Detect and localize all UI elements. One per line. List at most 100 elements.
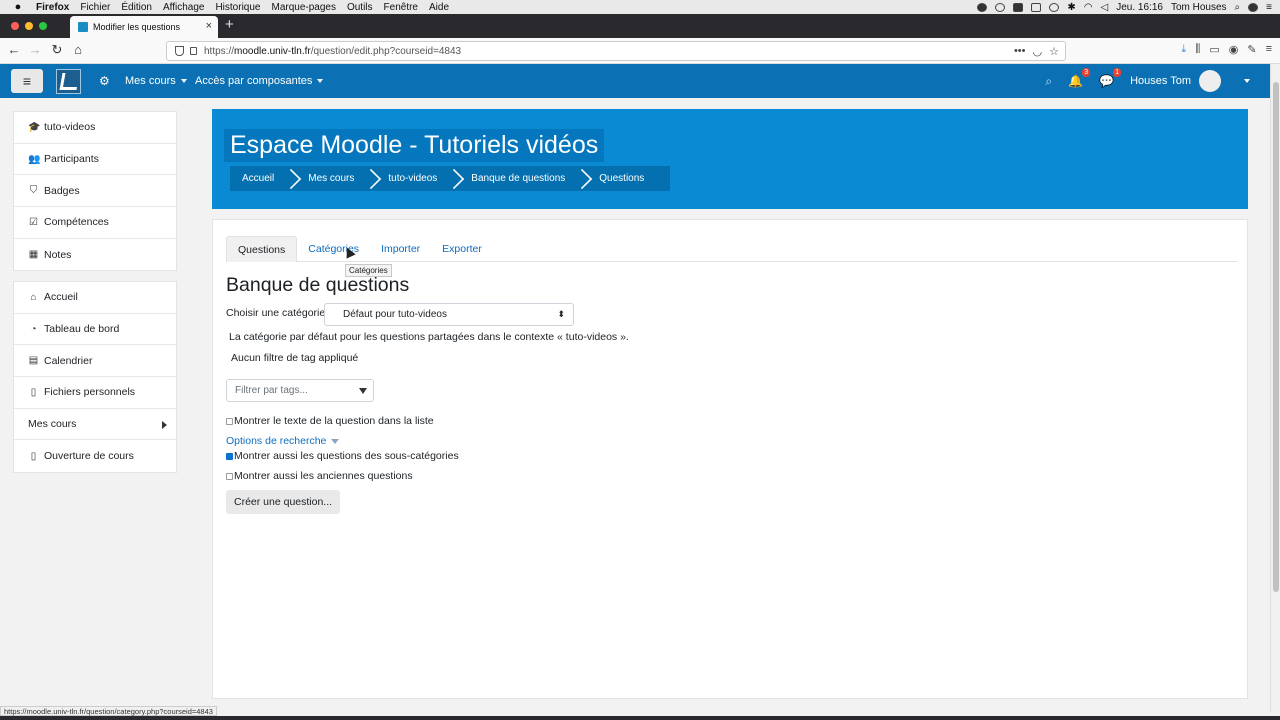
bookmark-star-icon[interactable]: ☆ bbox=[1049, 45, 1059, 58]
time-machine-icon[interactable] bbox=[1049, 2, 1060, 12]
downloads-icon[interactable]: ⤓ bbox=[1181, 43, 1186, 56]
apple-icon[interactable]: ● bbox=[12, 1, 24, 13]
search-icon[interactable]: ⌕ bbox=[1045, 74, 1052, 89]
page-scrollbar[interactable] bbox=[1270, 64, 1280, 712]
url-text[interactable]: https://moodle.univ-tln.fr/question/edit… bbox=[204, 46, 461, 57]
bluetooth-icon[interactable]: ✱ bbox=[1067, 2, 1075, 13]
menu-window[interactable]: Fenêtre bbox=[384, 2, 418, 13]
spotlight-icon[interactable]: ⌕ bbox=[1235, 2, 1241, 13]
file-icon: ▯ bbox=[30, 450, 37, 462]
status-icon[interactable] bbox=[995, 2, 1006, 12]
clock[interactable]: Jeu. 16:16 bbox=[1116, 2, 1163, 13]
category-description: La catégorie par défaut pour les questio… bbox=[229, 331, 629, 343]
hamburger-menu-icon[interactable]: ≡ bbox=[1266, 43, 1272, 56]
url-bar[interactable]: https://moodle.univ-tln.fr/question/edit… bbox=[166, 41, 1066, 61]
menu-edit[interactable]: Édition bbox=[121, 2, 152, 13]
menu-tools[interactable]: Outils bbox=[347, 2, 373, 13]
show-question-text-checkbox[interactable] bbox=[226, 417, 233, 425]
page-actions-icon[interactable]: ••• bbox=[1014, 45, 1026, 58]
user-menu-caret-icon[interactable] bbox=[1244, 79, 1250, 83]
extension-icon[interactable]: ◉ bbox=[1229, 43, 1239, 56]
avatar[interactable] bbox=[1199, 70, 1221, 92]
caret-down-icon bbox=[317, 79, 324, 83]
menu-history[interactable]: Historique bbox=[215, 2, 260, 13]
notifications-bell-icon[interactable]: 🔔 3 bbox=[1068, 68, 1091, 88]
menu-app[interactable]: Firefox bbox=[36, 2, 69, 13]
sidebar-item-calendrier[interactable]: ▤ Calendrier bbox=[14, 345, 176, 378]
tab-exporter[interactable]: Exporter bbox=[431, 236, 493, 262]
chevron-down-icon bbox=[331, 438, 340, 444]
sidebar-item-competences[interactable]: ☑ Compétences bbox=[14, 207, 176, 239]
nav-mes-cours[interactable]: Mes cours bbox=[125, 64, 187, 98]
browser-tab[interactable]: Modifier les questions × bbox=[70, 16, 218, 38]
tag-filter-input[interactable]: Filtrer par tags... bbox=[226, 379, 374, 402]
volume-icon[interactable]: ◁ bbox=[1101, 2, 1109, 13]
notification-center-icon[interactable]: ≡ bbox=[1266, 2, 1272, 13]
maximize-window-button[interactable] bbox=[39, 22, 47, 30]
menu-bookmarks[interactable]: Marque-pages bbox=[271, 2, 335, 13]
messages-count: 1 bbox=[1113, 68, 1122, 77]
shield-icon: ⛉ bbox=[29, 185, 38, 197]
pocket-icon[interactable]: ◡ bbox=[1033, 45, 1043, 58]
siri-icon[interactable] bbox=[1248, 2, 1259, 12]
sidebar-item-accueil[interactable]: ⌂ Accueil bbox=[14, 282, 176, 314]
os-user[interactable]: Tom Houses bbox=[1171, 2, 1227, 13]
menu-help[interactable]: Aide bbox=[429, 2, 449, 13]
user-name[interactable]: Houses Tom bbox=[1130, 75, 1191, 87]
breadcrumb-banque-questions[interactable]: Banque de questions bbox=[459, 173, 577, 184]
sidebar-item-notes[interactable]: ▦ Notes bbox=[14, 239, 176, 271]
minimize-window-button[interactable] bbox=[25, 22, 33, 30]
sidebar-item-mes-cours[interactable]: Mes cours bbox=[14, 409, 176, 441]
sidebar-item-badges[interactable]: ⛉ Badges bbox=[14, 175, 176, 208]
sidebar-item-fichiers-personnels[interactable]: ▯ Fichiers personnels bbox=[14, 377, 176, 409]
moodle-header: ≡ ⚙ Mes cours Accès par composantes ⌕ 🔔 3… bbox=[0, 64, 1270, 98]
sidebar-item-ouverture-de-cours[interactable]: ▯ Ouverture de cours bbox=[14, 440, 176, 472]
tab-questions[interactable]: Questions bbox=[226, 236, 298, 262]
sidebar-site-nav: ⌂ Accueil ◔ Tableau de bord ▤ Calendrier ▯ F… bbox=[13, 281, 177, 474]
record-icon[interactable] bbox=[977, 2, 988, 12]
show-subcategories-checkbox[interactable] bbox=[226, 452, 233, 460]
search-options-toggle[interactable]: Options de recherche bbox=[226, 435, 340, 447]
menu-file[interactable]: Fichier bbox=[80, 2, 110, 13]
close-window-button[interactable] bbox=[11, 22, 19, 30]
category-select[interactable]: Défaut pour tuto-videos bbox=[324, 303, 574, 326]
table-icon: ▦ bbox=[28, 249, 39, 261]
lock-icon[interactable] bbox=[190, 47, 197, 55]
tracking-shield-icon[interactable] bbox=[175, 46, 184, 56]
reload-icon[interactable]: ↻ bbox=[48, 42, 66, 58]
breadcrumb-questions[interactable]: Questions bbox=[587, 173, 656, 184]
sidebar-item-tuto-videos[interactable]: 🎓 tuto-videos bbox=[14, 112, 176, 144]
messages-icon[interactable]: 💬 1 bbox=[1099, 68, 1122, 88]
notifications-count: 3 bbox=[1082, 68, 1091, 77]
tab-categories[interactable]: Catégories bbox=[297, 236, 370, 262]
new-tab-icon[interactable]: + bbox=[225, 16, 234, 33]
extension-2-icon[interactable]: ✎ bbox=[1247, 43, 1256, 56]
back-icon[interactable]: ← bbox=[5, 42, 23, 57]
sidebar-item-tableau-de-bord[interactable]: ◔ Tableau de bord bbox=[14, 314, 176, 346]
create-question-button[interactable]: Créer une question... bbox=[226, 490, 341, 514]
breadcrumb-accueil[interactable]: Accueil bbox=[230, 173, 286, 184]
category-label: Choisir une catégorie bbox=[226, 307, 326, 319]
wifi-icon[interactable]: ◠ bbox=[1084, 2, 1093, 13]
forward-icon[interactable]: → bbox=[26, 42, 44, 57]
nav-acces-composantes[interactable]: Accès par composantes bbox=[195, 64, 324, 98]
sidebar-course-nav: 🎓 tuto-videos 👥 Participants ⛉ Badges ☑ Comp… bbox=[13, 111, 177, 272]
sidebar-toggle-icon[interactable]: ▭ bbox=[1209, 43, 1219, 56]
scrollbar-thumb[interactable] bbox=[1273, 82, 1279, 592]
close-tab-icon[interactable]: × bbox=[206, 20, 212, 32]
course-title: Espace Moodle - Tutoriels vidéos bbox=[224, 129, 605, 162]
tab-importer[interactable]: Importer bbox=[370, 236, 431, 262]
caret-right-icon bbox=[162, 420, 167, 429]
show-old-questions-checkbox[interactable] bbox=[226, 472, 233, 480]
display-icon[interactable] bbox=[1031, 2, 1042, 12]
sidebar-item-participants[interactable]: 👥 Participants bbox=[14, 144, 176, 176]
drawer-toggle-button[interactable]: ≡ bbox=[11, 69, 43, 93]
app-status-icon[interactable] bbox=[1013, 2, 1024, 12]
menu-view[interactable]: Affichage bbox=[163, 2, 205, 13]
home-icon[interactable]: ⌂ bbox=[69, 42, 87, 57]
library-icon[interactable]: ⫼ bbox=[1195, 43, 1200, 56]
breadcrumb-tuto-videos[interactable]: tuto-videos bbox=[376, 173, 449, 184]
site-logo[interactable] bbox=[56, 69, 81, 94]
show-question-text-row: Montrer le texte de la question dans la … bbox=[226, 415, 434, 427]
breadcrumb-mes-cours[interactable]: Mes cours bbox=[296, 173, 366, 184]
